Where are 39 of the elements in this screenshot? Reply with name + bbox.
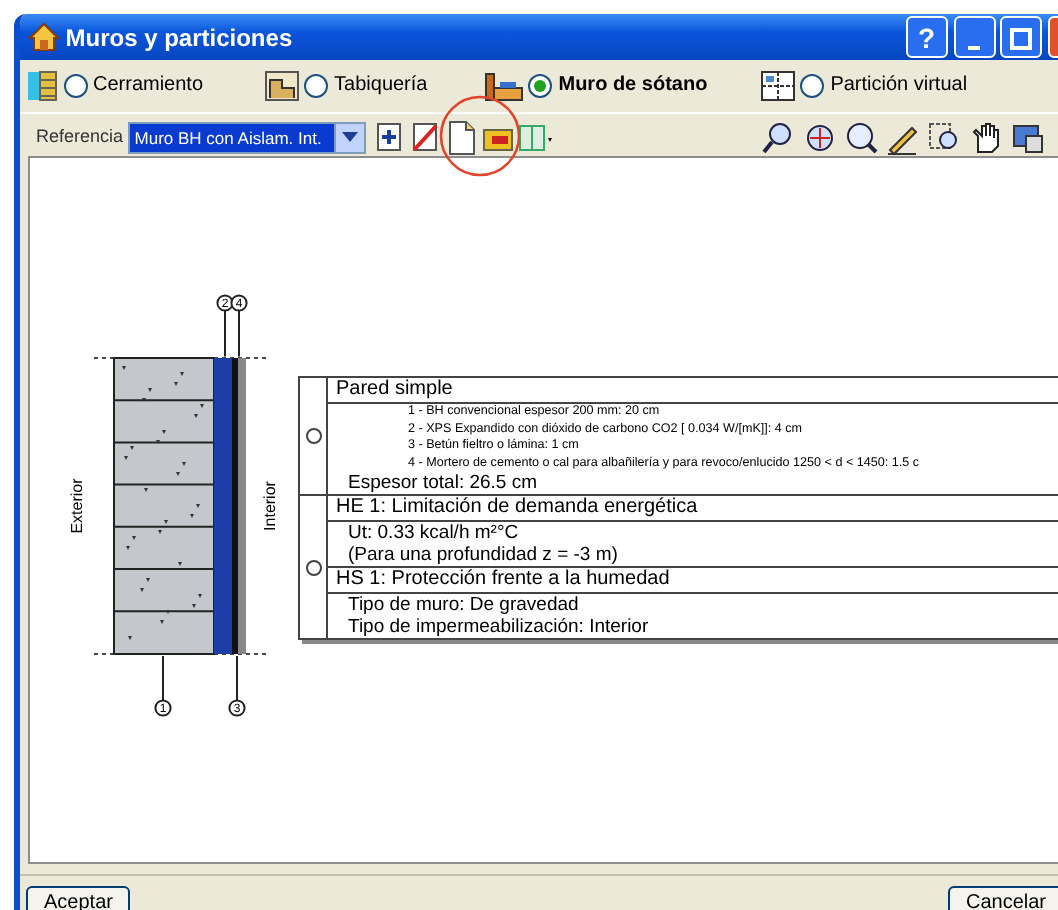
document-icon[interactable] — [444, 119, 481, 155]
radio-circle-icon — [305, 559, 321, 576]
basement-wall-icon — [483, 69, 524, 101]
property-text: Ut: 0.33 kcal/h m²°C — [346, 522, 521, 545]
highlight-circle — [438, 94, 522, 178]
wall-side-label: Exterior — [65, 478, 88, 534]
zoom-window-icon[interactable] — [926, 119, 963, 155]
minimize-button[interactable] — [953, 16, 995, 58]
radio-option[interactable]: Muro de sótano — [528, 70, 708, 100]
section-heading: HE 1: Limitación de demanda energética — [328, 496, 1058, 523]
radio-circle-icon — [305, 428, 321, 445]
reference-label: Referencia — [36, 123, 124, 150]
property-text: Tipo de impermeabilización: Interior — [346, 616, 651, 639]
caret-icon — [342, 132, 359, 142]
zoom-icon[interactable] — [843, 119, 880, 155]
property-text: (Para una profundidad z = -3 m) — [346, 544, 620, 567]
property-text: Espesor total: 26.5 cm — [346, 472, 540, 495]
partition-icon — [263, 69, 300, 101]
house-icon — [28, 22, 60, 52]
maximize-button[interactable] — [1000, 16, 1043, 58]
property-text: Tipo de muro: De gravedad — [346, 594, 581, 617]
section-heading: HS 1: Protección frente a la humedad — [328, 566, 1058, 595]
cancel-button[interactable]: Cancelar — [947, 886, 1058, 910]
radio-option[interactable]: Cerramiento — [63, 70, 204, 100]
monitor-icon[interactable] — [1009, 119, 1046, 155]
wall-icon — [26, 69, 58, 101]
radio-option[interactable]: Partición virtual — [800, 70, 968, 100]
help-button[interactable]: ? — [905, 16, 948, 58]
minimize-icon — [968, 45, 980, 50]
radio-option[interactable]: Tabiquería — [304, 70, 428, 100]
magnifier-icon[interactable] — [760, 119, 797, 155]
maximize-icon — [1010, 28, 1033, 51]
section-heading: Pared simple — [328, 378, 1058, 404]
zoom-extents-icon[interactable] — [801, 119, 838, 155]
window-title: Muros y particiones — [65, 21, 293, 55]
wall-side-label: Interior — [258, 481, 281, 531]
virtual-partition-icon — [759, 69, 796, 101]
hand-icon[interactable] — [967, 119, 1004, 155]
book-icon[interactable] — [516, 119, 553, 155]
